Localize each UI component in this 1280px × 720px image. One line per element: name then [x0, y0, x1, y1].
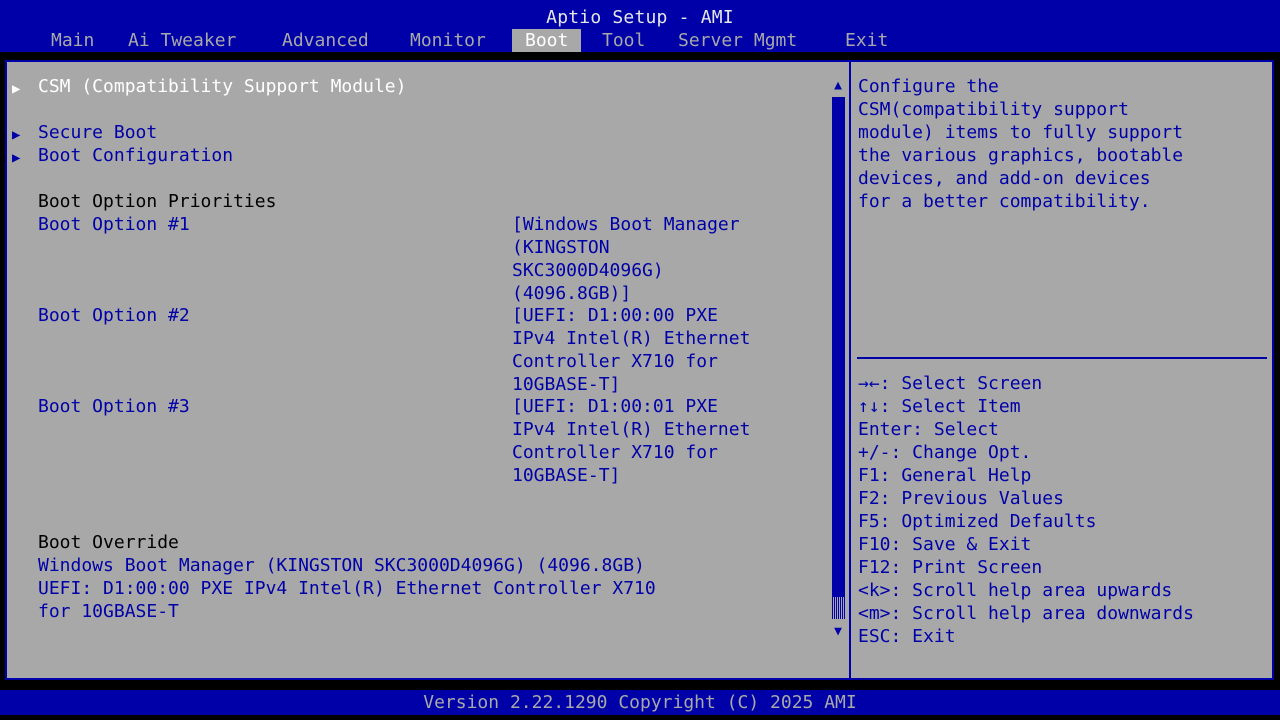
key-hint: F10: Save & Exit — [858, 534, 1032, 555]
scrollbar-grip[interactable] — [832, 597, 845, 619]
key-hint: F12: Print Screen — [858, 557, 1043, 578]
boot-override-item[interactable]: for 10GBASE-T — [38, 600, 179, 623]
key-hint: Enter: Select — [858, 419, 999, 440]
tab-monitor[interactable]: Monitor — [397, 29, 499, 52]
key-hint: F5: Optimized Defaults — [858, 511, 1097, 532]
boot-option-3-value[interactable]: IPv4 Intel(R) Ethernet — [512, 418, 750, 441]
top-bar: Aptio Setup - AMI Main Ai Tweaker Advanc… — [0, 0, 1280, 52]
tab-tool[interactable]: Tool — [589, 29, 658, 52]
boot-option-1-value[interactable]: (4096.8GB)] — [512, 282, 631, 305]
boot-option-2-value[interactable]: Controller X710 for — [512, 350, 718, 373]
boot-option-2-label[interactable]: Boot Option #2 — [38, 304, 190, 327]
help-text-line: the various graphics, bootable — [858, 145, 1184, 166]
help-text-line: CSM(compatibility support — [858, 99, 1129, 120]
boot-option-3-value[interactable]: Controller X710 for — [512, 441, 718, 464]
boot-option-2-value[interactable]: IPv4 Intel(R) Ethernet — [512, 327, 750, 350]
boot-option-3-label[interactable]: Boot Option #3 — [38, 395, 190, 418]
help-text-line: module) items to fully support — [858, 122, 1184, 143]
secure-boot-menu-item[interactable]: Secure Boot — [38, 121, 157, 144]
help-text-line: Configure the — [858, 76, 999, 97]
tab-ai-tweaker[interactable]: Ai Tweaker — [115, 29, 249, 52]
boot-option-1-value[interactable]: [Windows Boot Manager — [512, 213, 740, 236]
key-hint: F1: General Help — [858, 465, 1032, 486]
submenu-arrow-icon: ▶ — [12, 150, 21, 166]
boot-option-3-value[interactable]: [UEFI: D1:00:01 PXE — [512, 395, 718, 418]
boot-option-3-value[interactable]: 10GBASE-T] — [512, 464, 620, 487]
key-hint: ↑↓: Select Item — [858, 396, 1021, 417]
help-text-line: for a better compatibility. — [858, 191, 1151, 212]
boot-option-2-value[interactable]: [UEFI: D1:00:00 PXE — [512, 304, 718, 327]
tab-bar: Main Ai Tweaker Advanced Monitor Boot To… — [0, 29, 1280, 52]
panel-divider — [849, 60, 851, 680]
tab-advanced[interactable]: Advanced — [269, 29, 382, 52]
key-hint: +/-: Change Opt. — [858, 442, 1032, 463]
boot-option-priorities-heading: Boot Option Priorities — [38, 191, 277, 212]
tab-boot[interactable]: Boot — [512, 29, 582, 52]
key-hint: →←: Select Screen — [858, 373, 1043, 394]
boot-override-item[interactable]: Windows Boot Manager (KINGSTON SKC3000D4… — [38, 554, 645, 577]
key-hint: <m>: Scroll help area downwards — [858, 603, 1194, 624]
boot-override-item[interactable]: UEFI: D1:00:00 PXE IPv4 Intel(R) Etherne… — [38, 577, 656, 600]
bottom-bar: Version 2.22.1290 Copyright (C) 2025 AMI — [0, 690, 1280, 715]
tab-server-mgmt[interactable]: Server Mgmt — [665, 29, 810, 52]
tab-exit[interactable]: Exit — [832, 29, 901, 52]
help-text-line: devices, and add-on devices — [858, 168, 1151, 189]
scrollbar-thumb[interactable] — [832, 97, 845, 597]
boot-option-1-value[interactable]: (KINGSTON — [512, 236, 610, 259]
boot-option-2-value[interactable]: 10GBASE-T] — [512, 373, 620, 396]
submenu-arrow-icon: ▶ — [12, 127, 21, 143]
boot-option-1-value[interactable]: SKC3000D4096G) — [512, 259, 664, 282]
key-hint: <k>: Scroll help area upwards — [858, 580, 1173, 601]
boot-configuration-menu-item[interactable]: Boot Configuration — [38, 144, 233, 167]
scroll-up-arrow-icon[interactable]: ▲ — [830, 78, 846, 94]
tab-main[interactable]: Main — [38, 29, 107, 52]
window-title: Aptio Setup - AMI — [546, 7, 734, 28]
version-text: Version 2.22.1290 Copyright (C) 2025 AMI — [423, 692, 857, 713]
key-hint: ESC: Exit — [858, 626, 956, 647]
submenu-arrow-icon: ▶ — [12, 81, 21, 97]
help-separator — [857, 357, 1267, 359]
csm-menu-item[interactable]: CSM (Compatibility Support Module) — [38, 75, 406, 98]
boot-option-1-label[interactable]: Boot Option #1 — [38, 213, 190, 236]
scroll-down-arrow-icon[interactable]: ▼ — [830, 624, 846, 640]
key-hint: F2: Previous Values — [858, 488, 1064, 509]
boot-override-heading: Boot Override — [38, 532, 179, 553]
